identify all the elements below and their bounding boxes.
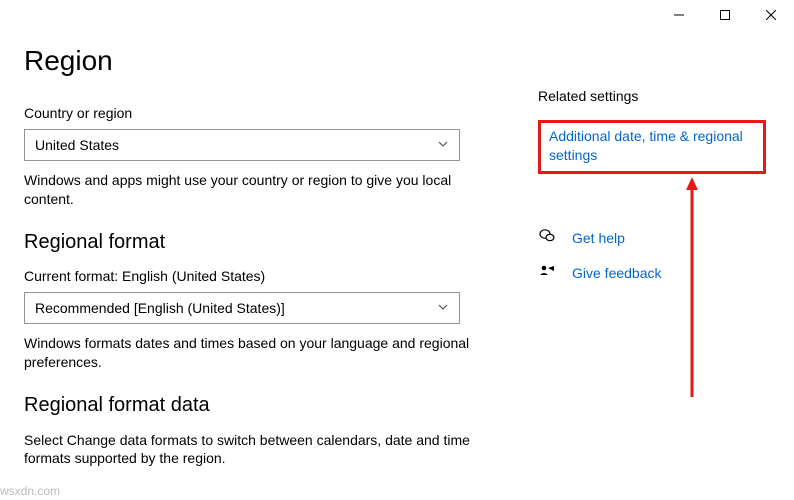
help-icon bbox=[538, 228, 558, 249]
regional-format-data-heading: Regional format data bbox=[24, 394, 524, 417]
format-select[interactable]: Recommended [English (United States)] bbox=[24, 292, 460, 324]
country-label: Country or region bbox=[24, 105, 524, 121]
chevron-down-icon bbox=[437, 300, 449, 316]
window-controls bbox=[656, 0, 794, 30]
format-desc: Windows formats dates and times based on… bbox=[24, 334, 494, 372]
format-data-desc: Select Change data formats to switch bet… bbox=[24, 431, 494, 469]
close-button[interactable] bbox=[748, 0, 794, 30]
feedback-icon bbox=[538, 263, 558, 284]
format-select-value: Recommended [English (United States)] bbox=[35, 300, 285, 316]
highlight-annotation: Additional date, time & regional setting… bbox=[538, 120, 766, 174]
give-feedback-link[interactable]: Give feedback bbox=[572, 264, 662, 283]
country-desc: Windows and apps might use your country … bbox=[24, 171, 494, 209]
page-title: Region bbox=[24, 45, 524, 77]
watermark: wsxdn.com bbox=[0, 484, 60, 498]
give-feedback-row: Give feedback bbox=[538, 263, 766, 284]
get-help-row: Get help bbox=[538, 228, 766, 249]
regional-format-heading: Regional format bbox=[24, 231, 524, 254]
get-help-link[interactable]: Get help bbox=[572, 229, 625, 248]
minimize-button[interactable] bbox=[656, 0, 702, 30]
format-label: Current format: English (United States) bbox=[24, 268, 524, 284]
country-select-value: United States bbox=[35, 137, 119, 153]
maximize-button[interactable] bbox=[702, 0, 748, 30]
country-select[interactable]: United States bbox=[24, 129, 460, 161]
chevron-down-icon bbox=[437, 137, 449, 153]
related-settings-heading: Related settings bbox=[538, 88, 766, 104]
additional-settings-link[interactable]: Additional date, time & regional setting… bbox=[549, 128, 743, 163]
